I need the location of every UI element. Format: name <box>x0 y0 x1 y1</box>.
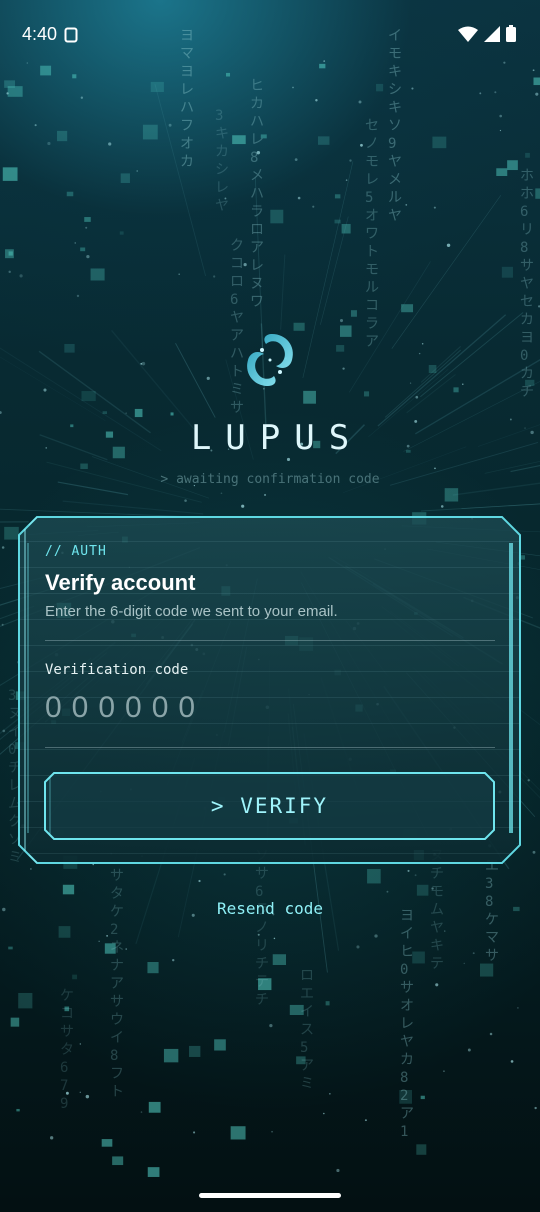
sim-card-icon <box>64 27 78 48</box>
svg-text:セノモレ5オワトモルコラア: セノモレ 5 オワトモルコラア <box>365 118 379 350</box>
card-title: Verify account <box>45 570 196 595</box>
divider-top <box>45 640 495 641</box>
status-time: 4:40 <box>22 24 58 44</box>
divider-bottom <box>45 747 495 748</box>
verify-card: // AUTH Verify account Enter the 6-digit… <box>17 515 522 865</box>
svg-text:ヨイヒ0サオレヤカ82ア1: ヨイヒ 0 サオレヤカ 8 2 ア 1 <box>400 908 414 1140</box>
svg-text:3キカシレヤ: 3 キカシレヤ <box>215 108 229 214</box>
svg-text:ホホ6リ8サヤセカヨ0カチ: ホホ 6 リ 8 サヤセカヨ 0 カチ <box>520 168 534 400</box>
verify-button-label: > VERIFY <box>210 794 329 818</box>
app-name: LUPUS <box>190 418 364 458</box>
lupus-logo-icon <box>247 334 293 386</box>
status-icons <box>458 25 516 42</box>
verify-button[interactable]: > VERIFY <box>44 772 495 840</box>
svg-text:ソサ6ラノリチテチ: ソサ6ラノリチテチ <box>255 848 269 1008</box>
verification-code-label: Verification code <box>45 662 189 678</box>
cell-signal-icon <box>484 25 500 42</box>
card-section-label: // AUTH <box>45 544 107 559</box>
wifi-icon <box>458 26 478 42</box>
status-bar: 4:40 <box>0 0 540 70</box>
svg-text:ヒカハレ8メハラロアレヌワ: ヒカハレ 8 メハラロアレヌワ <box>250 78 264 310</box>
card-subtitle: Enter the 6-digit code we sent to your e… <box>45 603 338 620</box>
svg-text:ロエイス5アミ: ロエイス 5 アミ <box>300 968 314 1092</box>
verification-code-input[interactable] <box>43 683 487 733</box>
app-tagline: > awaiting confirmation code <box>160 472 380 487</box>
battery-icon <box>506 25 516 42</box>
resend-code-link[interactable]: Resend code <box>0 899 540 918</box>
home-indicator[interactable] <box>199 1193 341 1198</box>
